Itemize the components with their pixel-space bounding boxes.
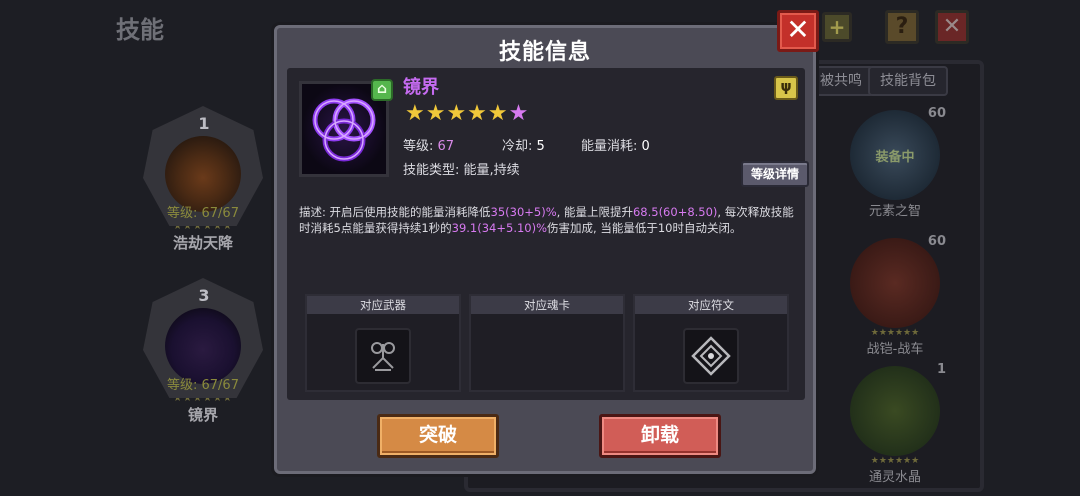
- skill-detail-panel: ⌂ 镜界 ★★★★★★ ψ 等级: 67 冷却: 5 能量消耗: 0 技能类型:…: [287, 68, 809, 400]
- spirit-crystal-icon: [850, 366, 940, 456]
- level-value: 67: [437, 139, 455, 154]
- gold-stars: ★★★★★: [405, 101, 509, 126]
- level-label: 等级:: [403, 139, 434, 154]
- item-name: 元素之智: [868, 204, 921, 219]
- screen-close-button[interactable]: ✕: [935, 10, 969, 44]
- energy-value: 0: [641, 139, 650, 154]
- skill-name: 镜界: [187, 406, 218, 424]
- item-count: 60: [927, 234, 946, 249]
- meteor-skill-icon: [165, 136, 241, 212]
- skill-name: 镜界: [403, 77, 439, 98]
- skill-type: 技能类型: 能量,持续: [403, 159, 520, 178]
- equipped-badge: 装备中: [875, 150, 915, 165]
- equipped-skill-1[interactable]: 1 等级: 67/67 ★★★★★★ 浩劫天降: [138, 106, 268, 253]
- item-name: 通灵水晶: [868, 470, 921, 485]
- lock-toggle-icon[interactable]: ψ: [774, 76, 798, 100]
- type-label: 技能类型:: [403, 163, 460, 178]
- tab-resonance[interactable]: 被共鸣: [808, 66, 874, 96]
- tab-skill-bag[interactable]: 技能背包: [868, 66, 948, 96]
- item-stars: ★★★★★★: [870, 456, 920, 466]
- break-through-button[interactable]: 突破: [377, 414, 499, 458]
- skill-info-dialog: 技能信息 ✕ ⌂ 镜界 ★★★★★★ ψ 等级: 67 冷却: 5 能量消耗: …: [274, 10, 819, 474]
- weapon-icon: [355, 328, 411, 384]
- plus-button[interactable]: +: [822, 12, 852, 42]
- stat-cooldown: 冷却: 5: [502, 135, 545, 154]
- mirror-skill-icon: [165, 308, 241, 384]
- desc-highlight: 39.1(34+5.10)%: [451, 221, 548, 235]
- slot-label: 对应武器: [307, 296, 459, 314]
- desc-text: , 能量上限提升: [556, 205, 633, 219]
- desc-highlight: 35(30+5)%: [490, 205, 557, 219]
- cooldown-value: 5: [536, 139, 545, 154]
- skill-level: 等级: 67/67: [167, 206, 239, 221]
- skill-star-rating: ★★★★★★: [405, 101, 529, 126]
- element-wisdom-icon: 装备中: [850, 110, 940, 200]
- item-stars: ★★★★★★: [870, 328, 920, 338]
- slot-number: 3: [198, 286, 210, 305]
- upgrade-badge-icon: ⌂: [371, 79, 393, 101]
- desc-text: 伤害加成, 当能量低于10时自动关闭。: [547, 221, 742, 235]
- purple-star-icon: ★: [508, 101, 530, 126]
- item-count: 60: [927, 106, 946, 121]
- rune-icon: [683, 328, 739, 384]
- cooldown-label: 冷却:: [502, 139, 533, 154]
- screen-title: 技能: [116, 16, 164, 44]
- slot-label: 对应符文: [635, 296, 787, 314]
- bag-item-element-wisdom[interactable]: 60 装备中 元素之智: [840, 106, 950, 219]
- energy-label: 能量消耗:: [581, 139, 638, 154]
- skill-description: 描述: 开启后使用技能的能量消耗降低35(30+5)%, 能量上限提升68.5(…: [299, 204, 799, 236]
- war-chariot-icon: [850, 238, 940, 328]
- stat-level: 等级: 67: [403, 135, 454, 154]
- slot-weapon[interactable]: 对应武器: [305, 294, 461, 392]
- slot-soul-card[interactable]: 对应魂卡: [469, 294, 625, 392]
- item-count: 1: [936, 362, 946, 377]
- stat-energy-cost: 能量消耗: 0: [581, 135, 650, 154]
- unload-button[interactable]: 卸载: [599, 414, 721, 458]
- item-name: 战铠-战车: [866, 342, 924, 357]
- desc-text: 描述: 开启后使用技能的能量消耗降低: [299, 205, 491, 219]
- close-button[interactable]: ✕: [777, 10, 819, 52]
- skill-name: 浩劫天降: [172, 234, 233, 252]
- slot-rune[interactable]: 对应符文: [633, 294, 789, 392]
- desc-highlight: 68.5(60+8.50): [632, 205, 718, 219]
- level-detail-button[interactable]: 等级详情: [741, 161, 809, 187]
- bag-item-war-chariot[interactable]: 60 ★★★★★★ 战铠-战车: [840, 234, 950, 357]
- type-value: 能量,持续: [463, 163, 520, 178]
- dialog-title: 技能信息: [498, 40, 591, 65]
- slot-number: 1: [198, 114, 210, 133]
- slot-label: 对应魂卡: [471, 296, 623, 314]
- bag-item-spirit-crystal[interactable]: 1 ★★★★★★ 通灵水晶: [840, 362, 950, 485]
- skill-level: 等级: 67/67: [167, 378, 239, 393]
- help-button[interactable]: ?: [885, 10, 919, 44]
- equipped-skill-3[interactable]: 3 等级: 67/67 ★★★★★★ 镜界: [138, 278, 268, 425]
